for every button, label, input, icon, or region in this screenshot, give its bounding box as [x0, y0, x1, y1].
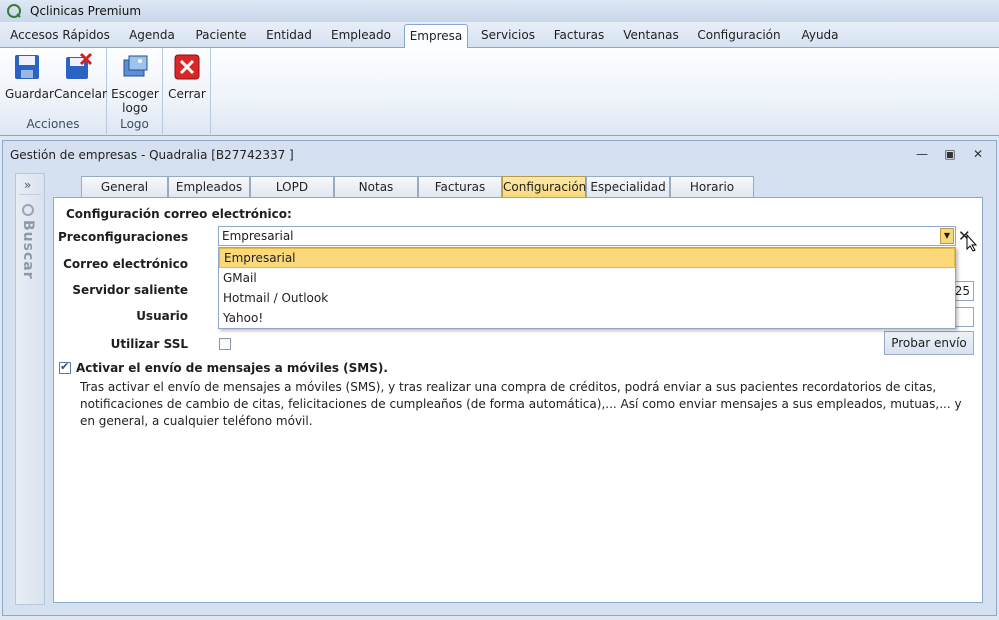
- document-controls: — ▣ ✕: [914, 147, 986, 161]
- search-sidebar-label: Buscar: [20, 204, 36, 280]
- tab-general[interactable]: General: [81, 176, 168, 197]
- tab-lopd[interactable]: LOPD: [250, 176, 334, 197]
- tab-facturas[interactable]: Facturas: [418, 176, 502, 197]
- cancel-save-icon: [66, 52, 93, 79]
- menu-tab-accesos-rapidos[interactable]: Accesos Rápidos: [6, 24, 114, 48]
- ribbon-group-logo: Escoger logo Logo: [107, 48, 163, 134]
- search-sidebar-text: Buscar: [20, 220, 36, 280]
- sms-label: Activar el envío de mensajes a móviles (…: [76, 361, 388, 375]
- guardar-label: Guardar: [5, 87, 54, 101]
- menu-tab-ayuda[interactable]: Ayuda: [792, 24, 848, 48]
- cancelar-label: Cancelar: [54, 87, 107, 101]
- menu-tab-servicios[interactable]: Servicios: [474, 24, 542, 48]
- dropdown-option-yahoo[interactable]: Yahoo!: [219, 308, 955, 328]
- ribbon: Guardar Cancelar Acciones Escoger logo L…: [0, 48, 999, 136]
- image-icon: [123, 55, 148, 77]
- document-window: Gestión de empresas - Quadralia [B277423…: [2, 140, 997, 616]
- search-icon: [22, 204, 34, 216]
- escoger-logo-label-1: Escoger: [111, 87, 159, 101]
- menu-tab-empleado[interactable]: Empleado: [324, 24, 398, 48]
- tab-configuracion[interactable]: Configuración: [502, 176, 586, 198]
- menu-bar: Accesos Rápidos Agenda Paciente Entidad …: [0, 22, 999, 49]
- menu-tab-agenda[interactable]: Agenda: [118, 24, 186, 48]
- menu-tab-empresa[interactable]: Empresa: [404, 24, 468, 49]
- ribbon-group-cerrar: Cerrar: [163, 48, 211, 134]
- section-title: Configuración correo electrónico:: [66, 207, 292, 221]
- search-sidebar[interactable]: » Buscar: [15, 173, 45, 605]
- dropdown-option-hotmail[interactable]: Hotmail / Outlook: [219, 288, 955, 308]
- user-label: Usuario: [136, 309, 188, 323]
- server-label: Servidor saliente: [72, 283, 188, 297]
- sms-description: Tras activar el envío de mensajes a móvi…: [80, 380, 962, 428]
- probar-envio-button[interactable]: Probar envío: [884, 331, 974, 355]
- ssl-label: Utilizar SSL: [110, 337, 188, 351]
- ribbon-group-label-acciones: Acciones: [26, 117, 80, 131]
- escoger-logo-label-2: logo: [122, 101, 148, 115]
- cerrar-label: Cerrar: [168, 87, 206, 101]
- menu-tab-facturas[interactable]: Facturas: [546, 24, 612, 48]
- mouse-cursor-icon: [966, 234, 978, 252]
- dropdown-option-empresarial[interactable]: Empresarial: [219, 248, 955, 268]
- dropdown-option-gmail[interactable]: GMail: [219, 268, 955, 288]
- sms-checkbox[interactable]: [59, 360, 71, 374]
- cerrar-button[interactable]: Cerrar: [167, 52, 207, 101]
- configuracion-panel: Configuración correo electrónico: Precon…: [53, 197, 983, 603]
- dropdown-arrow-icon[interactable]: ▼: [940, 228, 954, 244]
- app-icon: [7, 4, 21, 18]
- title-bar: Qclinicas Premium: [0, 0, 999, 22]
- ssl-checkbox[interactable]: [219, 338, 231, 350]
- escoger-logo-button[interactable]: Escoger logo: [111, 52, 159, 115]
- app-title: Qclinicas Premium: [30, 4, 142, 18]
- email-label: Correo electrónico: [63, 257, 188, 271]
- ribbon-group-label-logo: Logo: [120, 117, 149, 131]
- menu-tab-configuracion[interactable]: Configuración: [690, 24, 788, 48]
- tab-notas[interactable]: Notas: [334, 176, 418, 197]
- minimize-icon[interactable]: —: [914, 147, 930, 161]
- preconfig-label: Preconfiguraciones: [58, 230, 189, 244]
- expand-chevron-icon[interactable]: »: [24, 178, 31, 192]
- document-title: Gestión de empresas - Quadralia [B277423…: [10, 148, 294, 162]
- menu-tab-entidad[interactable]: Entidad: [258, 24, 320, 48]
- tab-empleados[interactable]: Empleados: [168, 176, 250, 197]
- menu-tab-paciente[interactable]: Paciente: [188, 24, 254, 48]
- preconfig-select[interactable]: Empresarial ▼: [218, 226, 956, 246]
- close-icon: [174, 54, 200, 80]
- sidebar-separator: [19, 194, 41, 195]
- close-window-icon[interactable]: ✕: [970, 147, 986, 161]
- restore-icon[interactable]: ▣: [942, 147, 958, 161]
- tab-horario[interactable]: Horario: [670, 176, 754, 197]
- save-icon: [15, 55, 39, 79]
- ribbon-group-acciones: Guardar Cancelar Acciones: [0, 48, 107, 134]
- guardar-button[interactable]: Guardar: [5, 52, 54, 101]
- cancelar-button[interactable]: Cancelar: [54, 52, 107, 101]
- preconfig-dropdown: Empresarial GMail Hotmail / Outlook Yaho…: [218, 247, 956, 329]
- menu-tab-ventanas[interactable]: Ventanas: [616, 24, 686, 48]
- preconfig-select-value: Empresarial: [222, 229, 294, 243]
- tab-especialidad[interactable]: Especialidad: [586, 176, 670, 197]
